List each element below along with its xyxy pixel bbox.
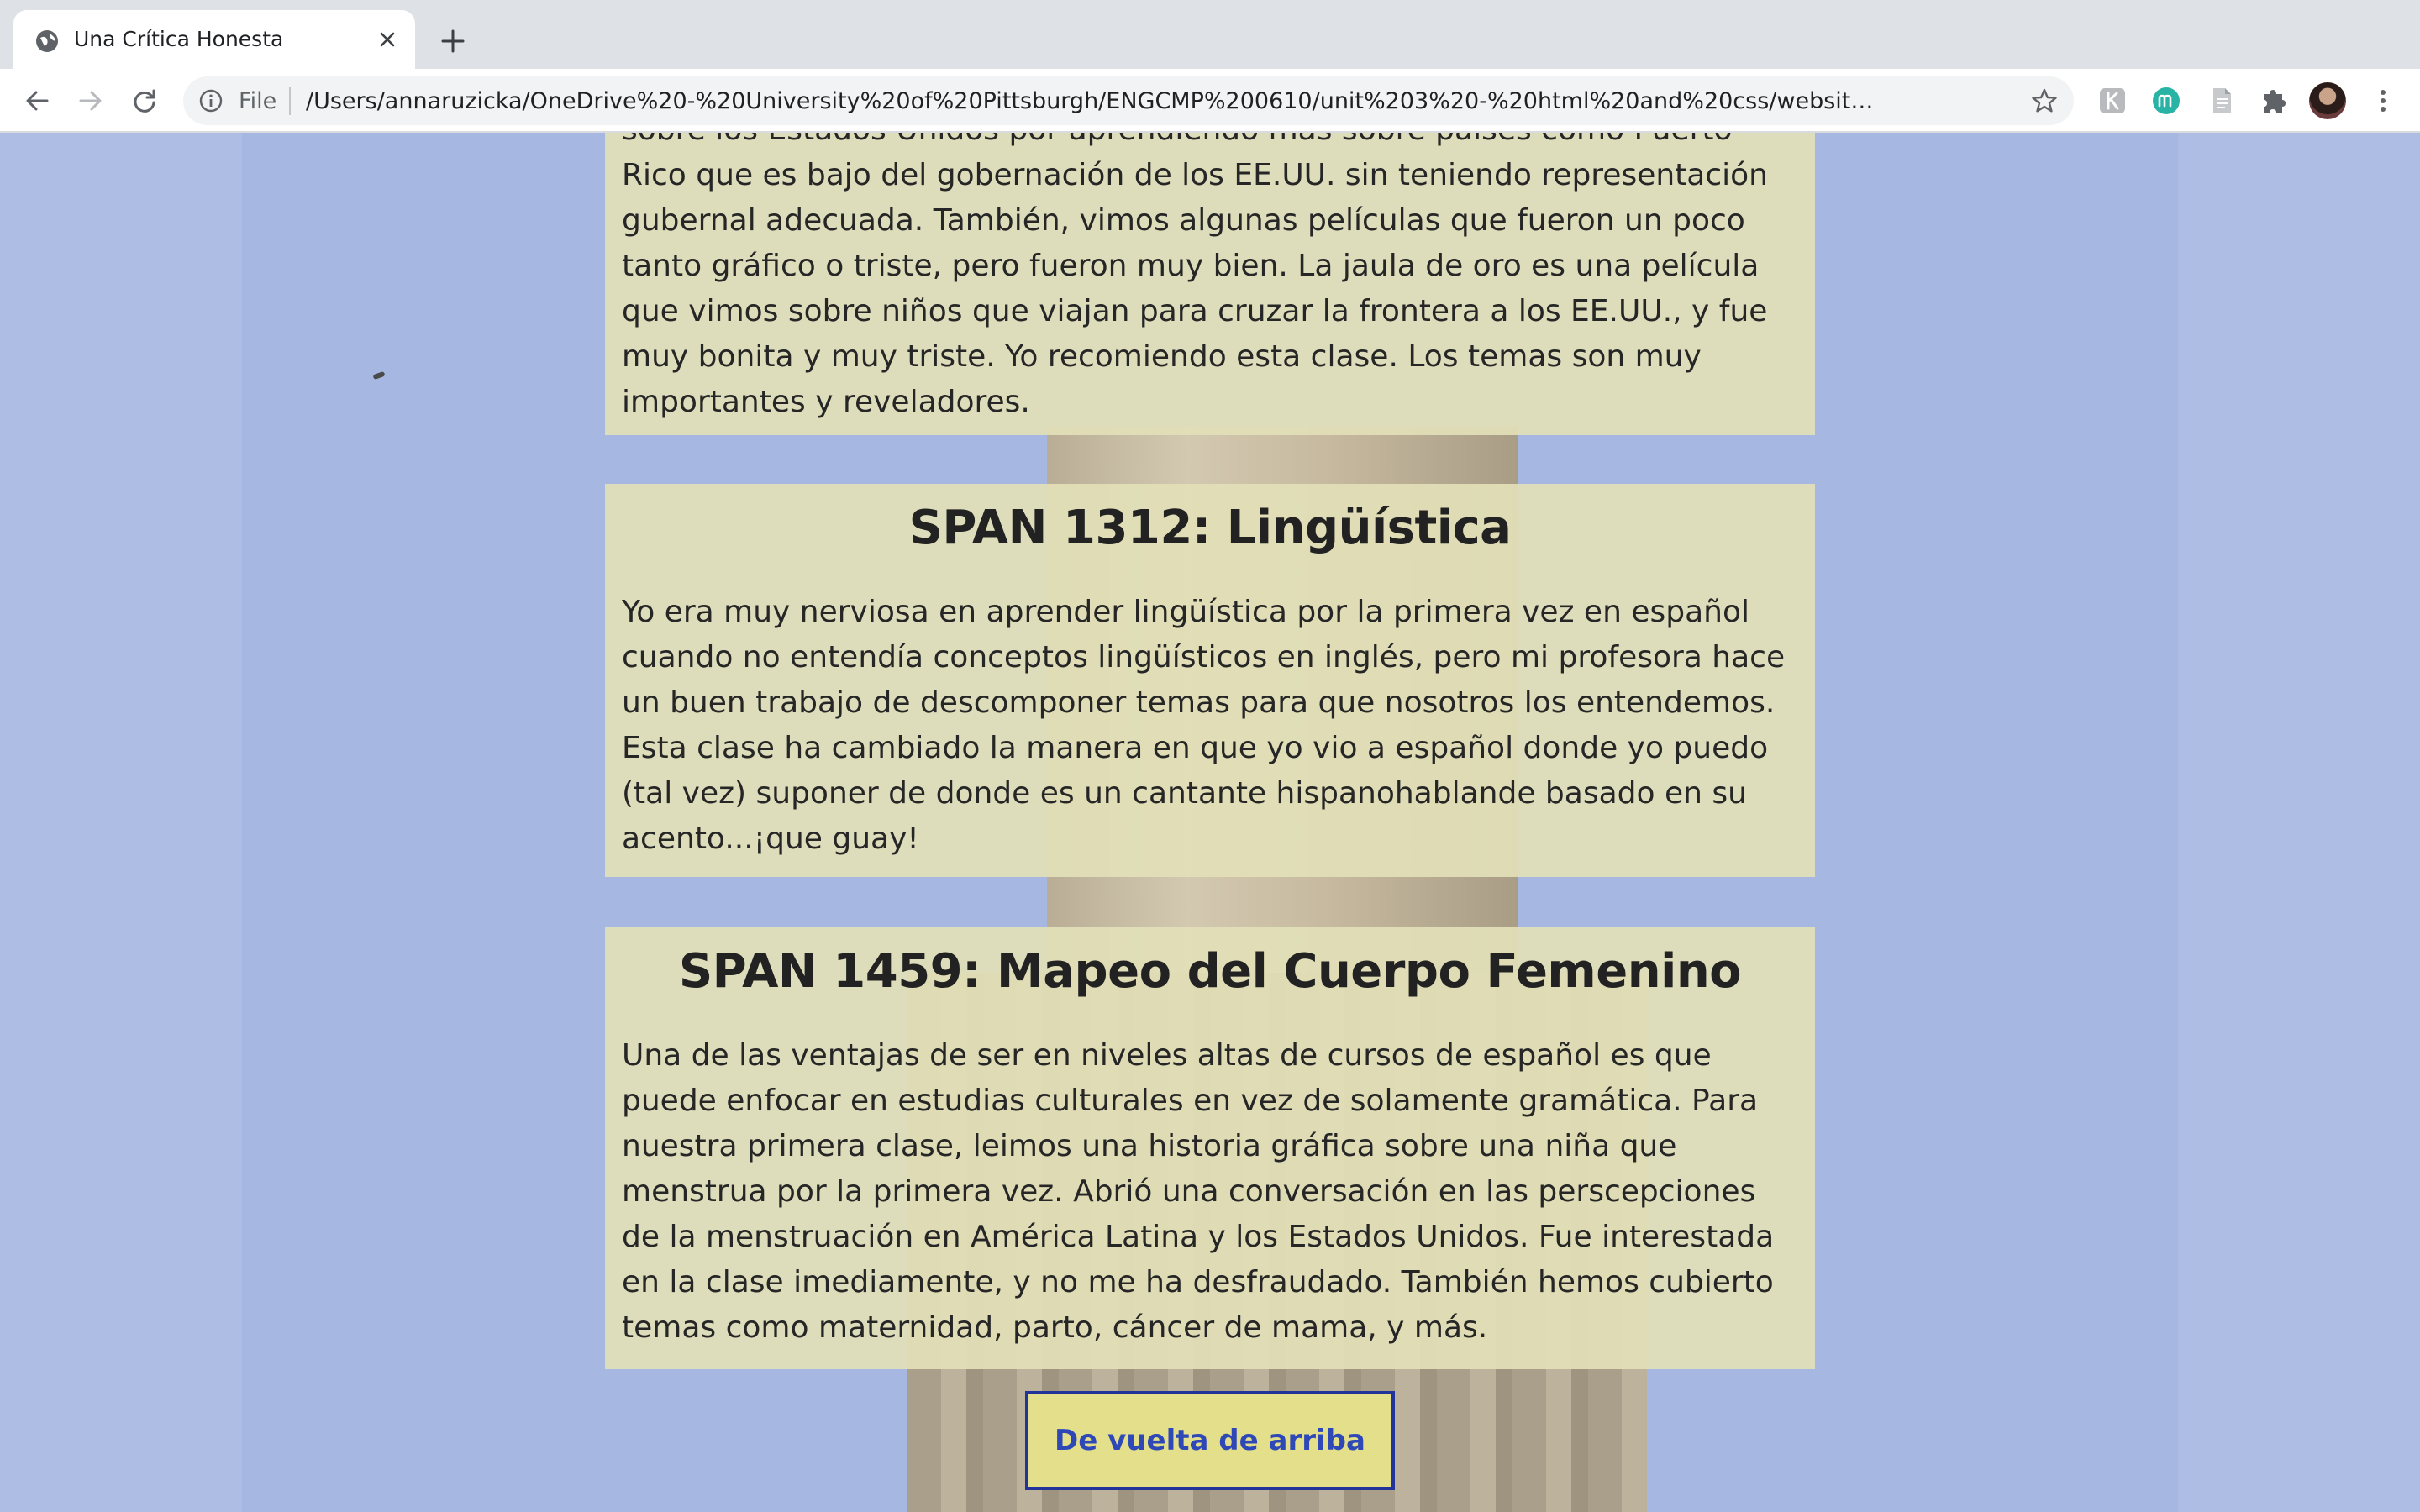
more-vert-icon[interactable] xyxy=(2368,86,2398,116)
course-heading: SPAN 1312: Lingüística xyxy=(908,501,1512,555)
page-background-right xyxy=(2178,133,2420,1512)
star-icon[interactable] xyxy=(2030,87,2059,115)
url-text[interactable]: /Users/annaruzicka/OneDrive%20-%20Univer… xyxy=(306,88,1877,114)
course-review-card: sobre los Estados Unidos por aprendiendo… xyxy=(605,133,1815,435)
address-bar[interactable]: File /Users/annaruzicka/OneDrive%20-%20U… xyxy=(183,76,2074,125)
forward-arrow-icon[interactable] xyxy=(76,86,106,116)
avatar[interactable] xyxy=(2309,82,2346,119)
back-to-top-button[interactable]: De vuelta de arriba xyxy=(1025,1391,1395,1490)
url-scheme-label: File xyxy=(239,88,277,114)
browser-toolbar: File /Users/annaruzicka/OneDrive%20-%20U… xyxy=(0,69,2420,133)
puzzle-icon[interactable] xyxy=(2259,86,2289,116)
back-arrow-icon[interactable] xyxy=(22,86,52,116)
course-review-text: Yo era muy nerviosa en aprender lingüíst… xyxy=(622,595,1786,856)
extension-m-icon[interactable] xyxy=(2151,86,2181,116)
tab-title: Una Crítica Honesta xyxy=(74,27,284,51)
extension-k-icon[interactable] xyxy=(2097,86,2128,116)
tab-strip: Una Crítica Honesta xyxy=(0,0,2420,69)
course-review-card-span-1459: SPAN 1459: Mapeo del Cuerpo Femenino Una… xyxy=(605,927,1815,1369)
info-icon[interactable] xyxy=(198,88,224,113)
reload-icon[interactable] xyxy=(129,86,160,116)
globe-icon xyxy=(36,30,58,52)
course-review-card-span-1312: SPAN 1312: Lingüística Yo era muy nervio… xyxy=(605,484,1815,877)
plus-icon[interactable] xyxy=(439,27,467,55)
page-background-left xyxy=(0,133,242,1512)
page-viewport: sobre los Estados Unidos por aprendiendo… xyxy=(0,133,2420,1512)
document-icon[interactable] xyxy=(2207,86,2237,116)
close-icon[interactable] xyxy=(375,27,400,52)
browser-tab[interactable]: Una Crítica Honesta xyxy=(13,10,415,69)
course-review-text: Una de las ventajas de ser en niveles al… xyxy=(622,1038,1775,1345)
course-heading: SPAN 1459: Mapeo del Cuerpo Femenino xyxy=(678,944,1742,999)
address-separator xyxy=(289,87,291,115)
course-review-text: sobre los Estados Unidos por aprendiendo… xyxy=(622,133,1768,419)
